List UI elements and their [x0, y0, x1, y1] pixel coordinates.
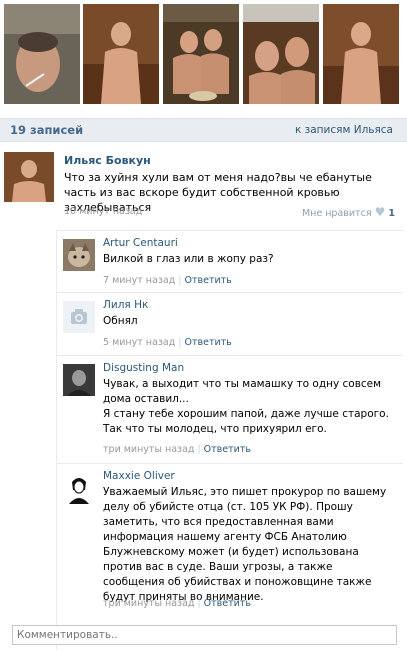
comment-meta: 5 минут назад | Ответить — [103, 337, 232, 348]
comment-author[interactable]: Artur Centauri — [103, 237, 178, 249]
comment-input[interactable] — [13, 626, 396, 644]
comment-meta: три минуты назад | Ответить — [103, 444, 251, 455]
comment-author[interactable]: Disgusting Man — [103, 362, 184, 374]
comment-author[interactable]: Maxxie Oliver — [103, 470, 175, 482]
avatar[interactable] — [63, 364, 95, 396]
comment-text: Чувак, а выходит что ты мамашку то одну … — [103, 378, 389, 435]
avatar[interactable] — [63, 472, 95, 504]
photo-2[interactable] — [83, 4, 159, 104]
reply-button[interactable]: Ответить — [184, 337, 231, 348]
avatar[interactable] — [63, 301, 95, 333]
comment-item: Disgusting Man Чувак, а выходит что ты м… — [57, 355, 403, 459]
comment-author[interactable]: Лиля Нк — [103, 299, 148, 311]
photo-4[interactable] — [243, 4, 319, 104]
posts-header: 19 записей к записям Ильяса — [0, 118, 407, 142]
comment-meta: 7 минут назад | Ответить — [103, 275, 232, 286]
comment-time[interactable]: три минуты назад — [103, 444, 194, 455]
comment-time[interactable]: три минуты назад — [103, 598, 194, 609]
comment-text: Вилкой в глаз или в жопу раз? — [103, 253, 274, 265]
avatar[interactable] — [63, 239, 95, 271]
comment-time[interactable]: 7 минут назад — [103, 275, 175, 286]
photo-strip — [0, 0, 407, 108]
comment-meta: три минуты назад | Ответить — [103, 598, 251, 609]
post-time[interactable]: 10 минут назад — [64, 206, 142, 217]
like-label: Мне нравится — [301, 208, 372, 219]
photo-1[interactable] — [4, 4, 80, 104]
comments-list: Artur Centauri Вилкой в глаз или в жопу … — [56, 230, 403, 650]
like-button[interactable]: Мне нравится ♥ 1 — [302, 205, 395, 219]
to-user-posts-link[interactable]: к записям Ильяса — [295, 124, 393, 136]
avatar[interactable] — [4, 152, 54, 202]
photo-5[interactable] — [323, 4, 399, 104]
comment-item: Maxxie Oliver Уважаемый Ильяс, это пишет… — [57, 463, 403, 618]
heart-icon: ♥ — [374, 205, 386, 219]
like-count: 1 — [388, 208, 395, 219]
reply-button[interactable]: Ответить — [204, 598, 251, 609]
posts-count: 19 записей — [10, 123, 84, 137]
photo-3[interactable] — [163, 4, 239, 104]
comment-item: Artur Centauri Вилкой в глаз или в жопу … — [57, 230, 403, 290]
reply-button[interactable]: Ответить — [184, 275, 231, 286]
comment-text: Уважаемый Ильяс, это пишет прокурор по в… — [103, 486, 387, 603]
comment-item: Лиля Нк Обнял 5 минут назад | Ответить — [57, 292, 403, 352]
comment-input-box — [12, 625, 397, 645]
comment-text: Обнял — [103, 315, 138, 327]
reply-button[interactable]: Ответить — [204, 444, 251, 455]
comment-time[interactable]: 5 минут назад — [103, 337, 175, 348]
post-author[interactable]: Ильяс Бовкун — [64, 154, 151, 167]
